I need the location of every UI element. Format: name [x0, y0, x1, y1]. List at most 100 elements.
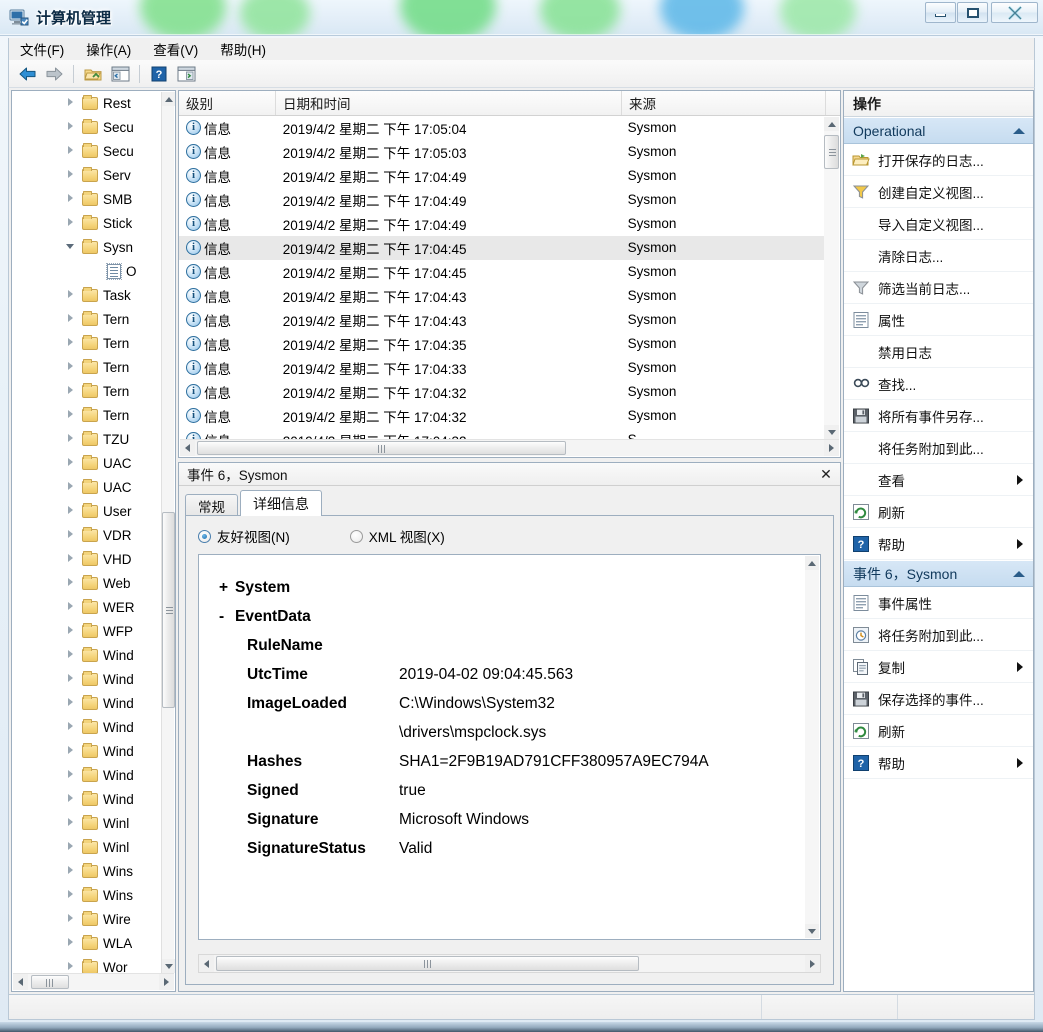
tree-item[interactable]: Serv [12, 163, 161, 187]
event-data-node[interactable]: + System [217, 573, 804, 602]
tree-expand-toggle-icon[interactable] [65, 937, 77, 949]
tree-expand-toggle-icon[interactable] [65, 433, 77, 445]
tree-item[interactable]: Wind [12, 763, 161, 787]
action-item[interactable]: 保存选择的事件... [844, 683, 1033, 715]
column-header[interactable]: 级别 [179, 91, 276, 115]
collapse-node-icon[interactable]: - [219, 602, 235, 631]
tree-expand-toggle-icon[interactable] [65, 577, 77, 589]
column-header[interactable]: 来源 [622, 91, 826, 115]
action-item[interactable]: 将任务附加到此... [844, 619, 1033, 651]
tree-expand-toggle-icon[interactable] [65, 601, 77, 613]
tree-item[interactable]: Stick [12, 211, 161, 235]
show-tree-button[interactable] [108, 62, 132, 85]
tree-item[interactable]: VDR [12, 523, 161, 547]
action-item[interactable]: 打开保存的日志... [844, 144, 1033, 176]
event-data-hscroll-thumb[interactable] [216, 956, 639, 971]
radio-friendly-view-dot[interactable] [198, 529, 211, 543]
tree-expand-toggle-icon[interactable] [65, 697, 77, 709]
tree-item[interactable]: Tern [12, 307, 161, 331]
event-data-horizontal-scrollbar[interactable] [198, 954, 821, 973]
tree-expand-toggle-icon[interactable] [65, 145, 77, 157]
tree-expand-toggle-icon[interactable] [65, 625, 77, 637]
tree-horizontal-scrollbar[interactable] [13, 973, 174, 990]
help-button[interactable]: ? [147, 62, 171, 85]
tree-item[interactable]: User [12, 499, 161, 523]
tree-item[interactable]: UAC [12, 451, 161, 475]
table-row[interactable]: 信息 2019/4/2 星期二 下午 17:04:43 Sysmon [179, 308, 824, 332]
tree-expand-toggle-icon[interactable] [65, 769, 77, 781]
tree-item[interactable]: UAC [12, 475, 161, 499]
event-data-scroll-down-button[interactable] [805, 924, 819, 938]
table-row[interactable]: 信息 2019/4/2 星期二 下午 17:04:49 Sysmon [179, 212, 824, 236]
event-data-scroll-up-button[interactable] [805, 556, 819, 570]
action-item[interactable]: 清除日志... [844, 240, 1033, 272]
table-row[interactable]: 信息 2019/4/2 星期二 下午 17:04:45 Sysmon [179, 260, 824, 284]
tree-item[interactable]: Wind [12, 715, 161, 739]
chevron-up-icon[interactable] [1013, 570, 1025, 577]
table-row[interactable]: 信息 2019/4/2 星期二 下午 17:04:43 Sysmon [179, 284, 824, 308]
tree-item[interactable]: Web [12, 571, 161, 595]
tree-collapse-toggle-icon[interactable] [65, 241, 77, 253]
tree-expand-toggle-icon[interactable] [65, 289, 77, 301]
tree-expand-toggle-icon[interactable] [65, 409, 77, 421]
event-scroll-up-button[interactable] [824, 117, 839, 131]
tree-item[interactable]: O [12, 259, 161, 283]
tree-expand-toggle-icon[interactable] [65, 169, 77, 181]
detail-close-button[interactable]: ✕ [818, 466, 834, 482]
tree-item[interactable]: Winl [12, 835, 161, 859]
tree-expand-toggle-icon[interactable] [65, 361, 77, 373]
tree-expand-toggle-icon[interactable] [65, 553, 77, 565]
tab-general[interactable]: 常规 [185, 494, 238, 516]
event-data-hscroll-right-button[interactable] [805, 955, 820, 972]
action-item[interactable]: 刷新 [844, 496, 1033, 528]
tree-expand-toggle-icon[interactable] [65, 649, 77, 661]
tree-item[interactable]: Tern [12, 403, 161, 427]
tree-item[interactable]: Tern [12, 331, 161, 355]
tree-expand-toggle-icon[interactable] [65, 817, 77, 829]
tree-expand-toggle-icon[interactable] [65, 529, 77, 541]
tree-expand-toggle-icon[interactable] [65, 337, 77, 349]
actions-group-header[interactable]: 事件 6，Sysmon [844, 560, 1033, 587]
tree-item[interactable]: TZU [12, 427, 161, 451]
action-item[interactable]: 复制 [844, 651, 1033, 683]
tree-item[interactable]: WFP [12, 619, 161, 643]
tree-item[interactable]: Secu [12, 139, 161, 163]
tree-expand-toggle-icon[interactable] [65, 385, 77, 397]
tree-scroll-left-button[interactable] [13, 974, 28, 990]
tree-expand-toggle-icon[interactable] [65, 193, 77, 205]
tree-item[interactable]: WER [12, 595, 161, 619]
tree-item[interactable]: Winl [12, 811, 161, 835]
tab-details[interactable]: 详细信息 [240, 490, 322, 516]
tree-item[interactable]: Tern [12, 355, 161, 379]
tree-expand-toggle-icon[interactable] [65, 97, 77, 109]
table-row[interactable]: 信息 2019/4/2 星期二 下午 17:04:32S [179, 428, 824, 439]
table-row[interactable]: 信息 2019/4/2 星期二 下午 17:04:49 Sysmon [179, 164, 824, 188]
action-item[interactable]: 查找... [844, 368, 1033, 400]
tree-item[interactable]: Wire [12, 907, 161, 931]
actions-group-header[interactable]: Operational [844, 117, 1033, 144]
tree-item[interactable]: Wins [12, 859, 161, 883]
tree-item[interactable]: Sysn [12, 235, 161, 259]
tree-expand-toggle-icon[interactable] [65, 481, 77, 493]
tree-item[interactable]: Tern [12, 379, 161, 403]
event-hscroll-right-button[interactable] [824, 440, 839, 456]
table-row[interactable]: 信息 2019/4/2 星期二 下午 17:04:45 Sysmon [179, 236, 824, 260]
tree-scroll-right-button[interactable] [159, 974, 174, 990]
event-data-vertical-scrollbar[interactable] [805, 556, 819, 938]
back-button[interactable] [15, 62, 39, 85]
event-list-horizontal-scrollbar[interactable] [180, 439, 839, 456]
event-data-node[interactable]: - EventData [217, 602, 804, 631]
tree-item[interactable]: Rest [12, 91, 161, 115]
tree-item[interactable]: Wind [12, 739, 161, 763]
event-hscroll-thumb[interactable] [197, 441, 566, 455]
action-item[interactable]: 导入自定义视图... [844, 208, 1033, 240]
tree-expand-toggle-icon[interactable] [65, 121, 77, 133]
table-row[interactable]: 信息 2019/4/2 星期二 下午 17:04:33 Sysmon [179, 356, 824, 380]
event-scroll-down-button[interactable] [824, 425, 839, 439]
column-header[interactable]: 日期和时间 [276, 91, 622, 115]
forward-button[interactable] [42, 62, 66, 85]
minimize-button[interactable] [925, 2, 956, 23]
tree-expand-toggle-icon[interactable] [65, 745, 77, 757]
tree-expand-toggle-icon[interactable] [65, 673, 77, 685]
tree-item[interactable]: Wind [12, 691, 161, 715]
